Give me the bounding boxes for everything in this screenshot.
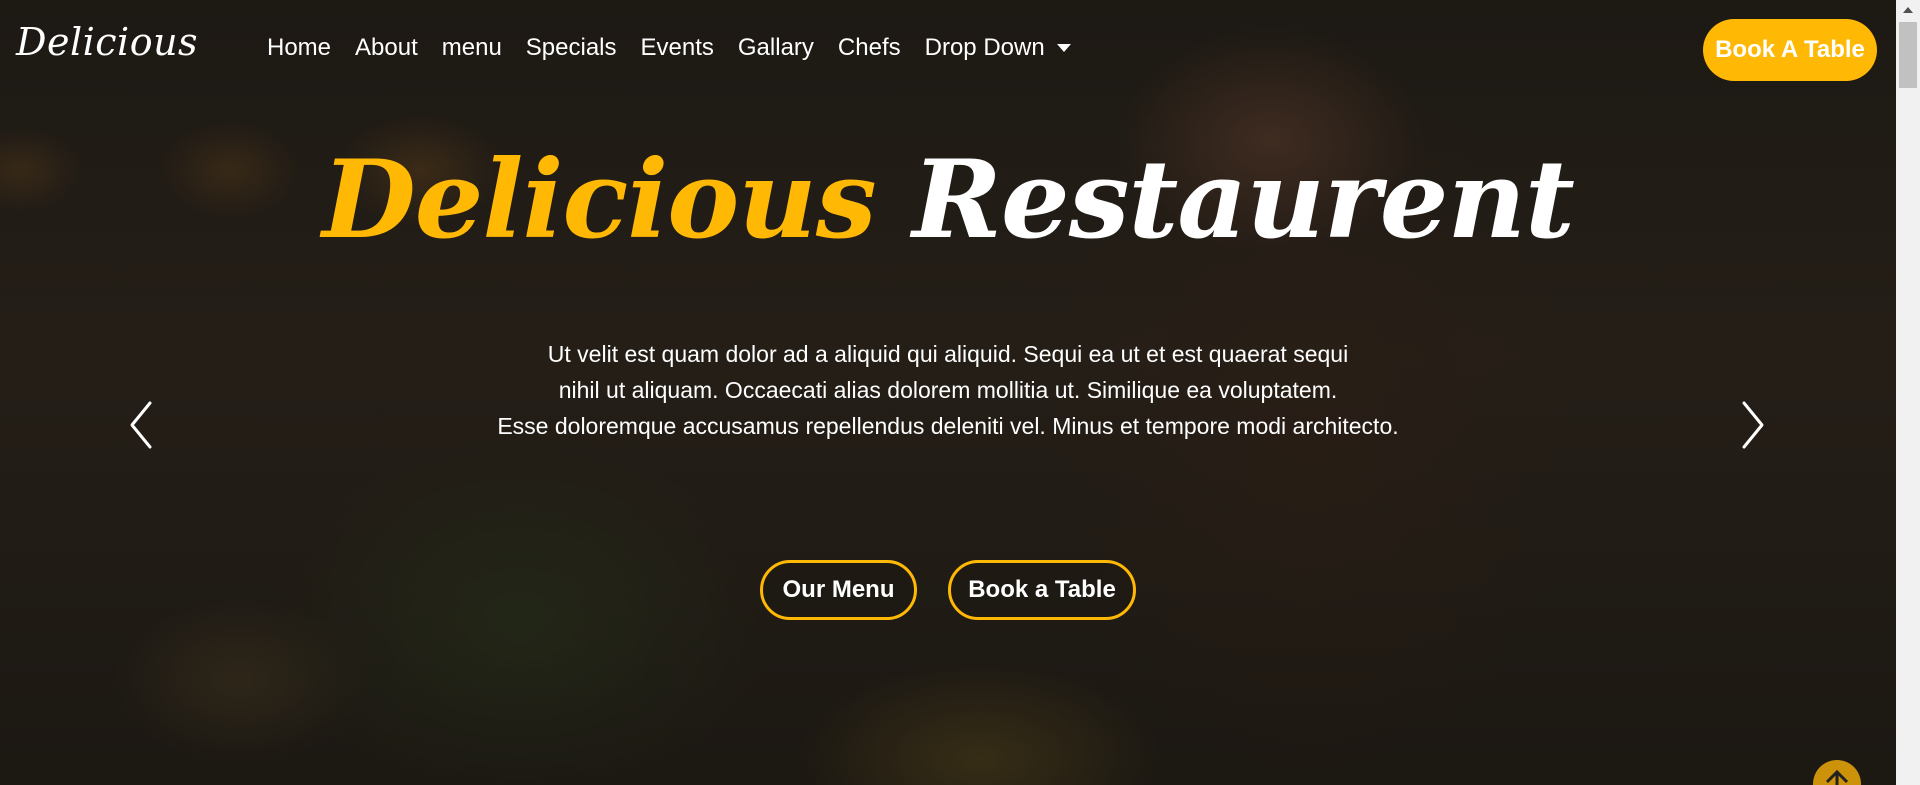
hero-description-line: nihil ut aliquam. Occaecati alias dolore… bbox=[558, 377, 1338, 403]
chevron-left-icon bbox=[130, 401, 152, 449]
hero-description-line: Ut velit est quam dolor ad a aliquid qui… bbox=[547, 341, 1349, 367]
site-header: Delicious Home About menu Specials Event… bbox=[0, 0, 1896, 100]
hero-title-main: Restaurent bbox=[912, 137, 1575, 263]
arrow-up-icon bbox=[1825, 769, 1849, 785]
site-logo[interactable]: Delicious bbox=[16, 20, 198, 64]
hero-title: Delicious Restaurent bbox=[0, 135, 1896, 265]
nav-item-home[interactable]: Home bbox=[267, 34, 331, 62]
nav-item-events[interactable]: Events bbox=[641, 34, 714, 62]
nav-item-specials[interactable]: Specials bbox=[526, 34, 617, 62]
caret-down-icon bbox=[1056, 44, 1071, 52]
hero-title-highlight: Delicious bbox=[322, 137, 877, 263]
book-a-table-button[interactable]: Book A Table bbox=[1703, 19, 1877, 81]
nav-item-label: Events bbox=[640, 34, 714, 61]
nav-item-label: Drop Down bbox=[924, 34, 1045, 61]
chevron-right-icon bbox=[1742, 401, 1764, 449]
carousel-next-button[interactable] bbox=[1722, 395, 1782, 455]
nav-item-label: Chefs bbox=[837, 34, 901, 61]
hero-description-line: Esse doloremque accusamus repellendus de… bbox=[497, 413, 1399, 439]
hero-description: Ut velit est quam dolor ad a aliquid qui… bbox=[448, 336, 1448, 444]
nav-item-label: Specials bbox=[525, 34, 617, 61]
hero-section: Delicious Home About menu Specials Event… bbox=[0, 0, 1896, 785]
nav-item-menu[interactable]: menu bbox=[442, 34, 502, 62]
book-a-table-hero-button[interactable]: Book a Table bbox=[948, 560, 1136, 620]
page-scrollbar[interactable] bbox=[1896, 0, 1920, 785]
scroll-up-arrow-icon[interactable] bbox=[1903, 7, 1913, 13]
main-nav: Home About menu Specials Events Gallary … bbox=[267, 34, 1095, 62]
nav-item-label: About bbox=[355, 34, 418, 61]
our-menu-button[interactable]: Our Menu bbox=[760, 560, 917, 620]
nav-item-about[interactable]: About bbox=[355, 34, 418, 62]
nav-item-chefs[interactable]: Chefs bbox=[838, 34, 901, 62]
nav-item-label: menu bbox=[441, 34, 502, 61]
nav-item-label: Home bbox=[267, 34, 332, 61]
scroll-to-top-button[interactable] bbox=[1813, 760, 1861, 785]
carousel-prev-button[interactable] bbox=[112, 395, 172, 455]
nav-item-label: Gallary bbox=[737, 34, 814, 61]
nav-item-dropdown[interactable]: Drop Down bbox=[925, 34, 1071, 62]
scroll-thumb[interactable] bbox=[1899, 22, 1917, 88]
nav-item-gallary[interactable]: Gallary bbox=[738, 34, 814, 62]
